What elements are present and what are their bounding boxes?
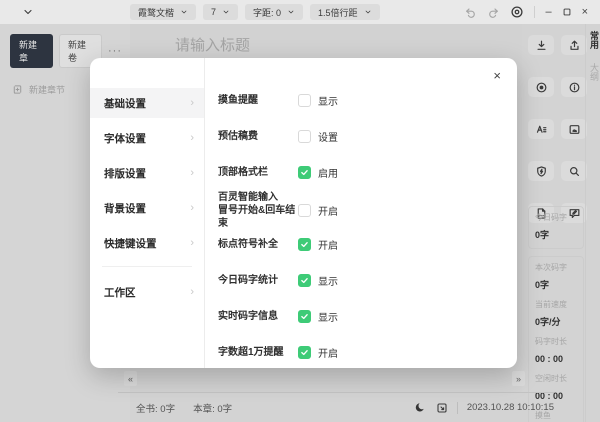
setting-sublabel: 冒号开始&回车结束 <box>218 204 296 229</box>
top-toolbar: 霞鹜文楷 7 字距: 0 1.5倍行距 – × <box>0 0 600 24</box>
chevron-down-icon <box>24 9 32 15</box>
font-size-value: 7 <box>211 7 217 17</box>
setting-label: 标点符号补全 <box>218 238 278 250</box>
toolbar-divider <box>534 6 536 18</box>
setting-top-format-bar: 顶部格式栏 启用 <box>218 161 499 183</box>
setting-action-label: 设置 <box>318 132 338 144</box>
setting-estimated-fee: 预估稿费 设置 <box>218 125 499 147</box>
font-size-select[interactable]: 7 <box>203 4 239 20</box>
menu-font-settings[interactable]: 字体设置 <box>90 123 204 153</box>
menu-item-label: 背景设置 <box>104 202 146 215</box>
check-icon <box>301 241 308 247</box>
window-controls: – × <box>464 5 588 19</box>
setting-today-word-stats: 今日码字统计 显示 <box>218 269 499 291</box>
check-icon <box>301 313 308 319</box>
chevron-right-icon <box>190 97 194 109</box>
menu-divider <box>102 266 192 267</box>
line-height-value: 1.5倍行距 <box>318 7 358 18</box>
settings-content: 摸鱼提醒 显示 预估稿费 设置 顶部格式栏 启用 百灵智能输入 冒号开始&回车结… <box>218 89 499 377</box>
setting-label: 顶部格式栏 <box>218 166 268 178</box>
chevron-right-icon <box>190 237 194 249</box>
setting-action-label: 开启 <box>318 348 338 360</box>
setting-checkbox[interactable] <box>298 237 311 251</box>
setting-label: 预估稿费 <box>218 130 258 142</box>
setting-label: 字数超1万提醒 <box>218 346 284 358</box>
setting-checkbox[interactable] <box>298 345 311 359</box>
font-family-value: 霞鹜文楷 <box>138 7 175 18</box>
setting-label: 百灵智能输入 <box>218 191 278 203</box>
letter-spacing-value: 字距: 0 <box>253 7 282 18</box>
maximize-icon <box>563 8 570 16</box>
app-window: 霞鹜文楷 7 字距: 0 1.5倍行距 – × 新建章 新建卷 ··· 新建章节… <box>0 0 600 422</box>
settings-menu: 基础设置 字体设置 排版设置 背景设置 快捷键设置 工作区 <box>90 58 205 368</box>
check-icon <box>301 349 308 355</box>
setting-action-label: 开启 <box>318 206 338 218</box>
badge-circle-icon <box>511 6 523 18</box>
setting-checkbox[interactable] <box>298 203 311 217</box>
redo-icon <box>489 7 499 18</box>
setting-smart-input: 百灵智能输入 冒号开始&回车结束 开启 <box>218 192 499 229</box>
close-window-button[interactable]: × <box>582 6 588 18</box>
menu-layout-settings[interactable]: 排版设置 <box>90 158 204 188</box>
chevron-down-icon <box>365 10 370 14</box>
menu-item-label: 排版设置 <box>104 167 146 180</box>
safe-mode-button[interactable] <box>510 5 524 19</box>
setting-label: 今日码字统计 <box>218 274 278 286</box>
chevron-down-icon <box>181 10 187 14</box>
chevron-down-icon <box>223 10 229 14</box>
setting-checkbox[interactable] <box>298 129 311 143</box>
chevron-right-icon <box>190 202 194 214</box>
setting-checkbox[interactable] <box>298 93 311 107</box>
check-icon <box>301 277 308 283</box>
undo-icon <box>466 7 476 18</box>
menu-item-label: 字体设置 <box>104 132 146 145</box>
minimize-button[interactable]: – <box>545 6 551 18</box>
line-height-select[interactable]: 1.5倍行距 <box>310 4 380 20</box>
chevron-right-icon <box>190 286 194 298</box>
collapse-toolbar-button[interactable] <box>22 6 34 18</box>
maximize-button[interactable] <box>562 7 572 17</box>
setting-label: 实时码字信息 <box>218 310 278 322</box>
setting-action-label: 显示 <box>318 276 338 288</box>
menu-background-settings[interactable]: 背景设置 <box>90 193 204 223</box>
setting-checkbox[interactable] <box>298 273 311 287</box>
check-icon <box>301 169 308 175</box>
setting-action-label: 开启 <box>318 240 338 252</box>
menu-item-label: 工作区 <box>104 286 136 299</box>
setting-10k-words-reminder: 字数超1万提醒 开启 <box>218 341 499 363</box>
setting-punctuation-complete: 标点符号补全 开启 <box>218 233 499 255</box>
setting-action-label: 显示 <box>318 312 338 324</box>
modal-close-button[interactable]: × <box>493 68 501 83</box>
redo-button[interactable] <box>487 6 500 19</box>
font-family-select[interactable]: 霞鹜文楷 <box>130 4 197 20</box>
menu-shortcut-settings[interactable]: 快捷键设置 <box>90 228 204 258</box>
setting-realtime-word-info: 实时码字信息 显示 <box>218 305 499 327</box>
setting-label: 摸鱼提醒 <box>218 94 258 106</box>
format-controls: 霞鹜文楷 7 字距: 0 1.5倍行距 <box>130 4 380 20</box>
letter-spacing-select[interactable]: 字距: 0 <box>245 4 304 20</box>
chevron-down-icon <box>288 10 294 14</box>
setting-action-label: 启用 <box>318 168 338 180</box>
settings-modal: × 基础设置 字体设置 排版设置 背景设置 快捷键设置 <box>90 58 517 368</box>
undo-button[interactable] <box>464 6 477 19</box>
menu-workspace[interactable]: 工作区 <box>90 277 204 307</box>
chevron-right-icon <box>190 132 194 144</box>
chevron-right-icon <box>190 167 194 179</box>
setting-checkbox[interactable] <box>298 309 311 323</box>
setting-action-label: 显示 <box>318 96 338 108</box>
menu-basic-settings[interactable]: 基础设置 <box>90 88 204 118</box>
menu-item-label: 快捷键设置 <box>104 237 157 250</box>
setting-checkbox[interactable] <box>298 165 311 179</box>
setting-slack-reminder: 摸鱼提醒 显示 <box>218 89 499 111</box>
menu-item-label: 基础设置 <box>104 97 146 110</box>
